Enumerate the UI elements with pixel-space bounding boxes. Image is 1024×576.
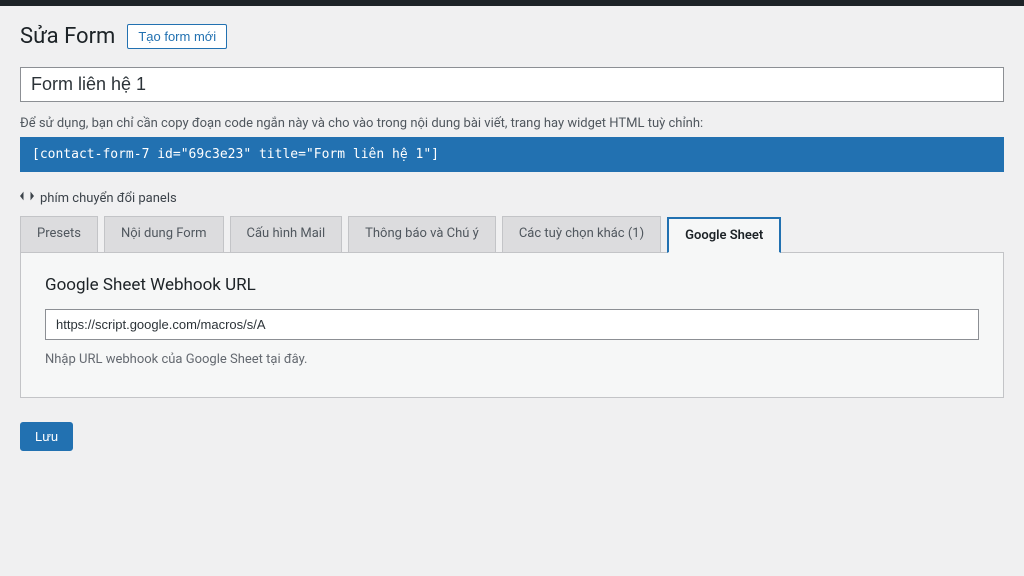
- webhook-field-desc: Nhập URL webhook của Google Sheet tại đâ…: [45, 352, 979, 367]
- shortcode-box[interactable]: [contact-form-7 id="69c3e23" title="Form…: [20, 137, 1004, 172]
- shortcode-help-text: Để sử dụng, bạn chỉ cần copy đoạn code n…: [20, 116, 1004, 131]
- header-row: Sửa Form Tạo form mới: [20, 24, 1004, 49]
- tab-google-sheet[interactable]: Google Sheet: [667, 217, 781, 253]
- tab-other-options[interactable]: Các tuỳ chọn khác (1): [502, 216, 661, 252]
- panel-toggle[interactable]: phím chuyển đổi panels: [20, 190, 1004, 206]
- tab-form-content[interactable]: Nội dung Form: [104, 216, 224, 252]
- tab-messages[interactable]: Thông báo và Chú ý: [348, 216, 496, 252]
- save-button[interactable]: Lưu: [20, 422, 73, 451]
- tab-mail-config[interactable]: Cấu hình Mail: [230, 216, 343, 252]
- panel-toggle-icon: [20, 190, 34, 206]
- tab-panel-google-sheet: Google Sheet Webhook URL Nhập URL webhoo…: [20, 253, 1004, 398]
- new-form-button[interactable]: Tạo form mới: [127, 24, 227, 49]
- page-wrap: Sửa Form Tạo form mới Để sử dụng, bạn ch…: [0, 6, 1024, 469]
- webhook-url-input[interactable]: [45, 309, 979, 340]
- page-title: Sửa Form: [20, 24, 115, 49]
- webhook-field-label: Google Sheet Webhook URL: [45, 275, 979, 295]
- tabs: Presets Nội dung Form Cấu hình Mail Thôn…: [20, 216, 1004, 253]
- tab-presets[interactable]: Presets: [20, 216, 98, 252]
- form-title-input[interactable]: [20, 67, 1004, 102]
- panel-toggle-label: phím chuyển đổi panels: [40, 191, 177, 206]
